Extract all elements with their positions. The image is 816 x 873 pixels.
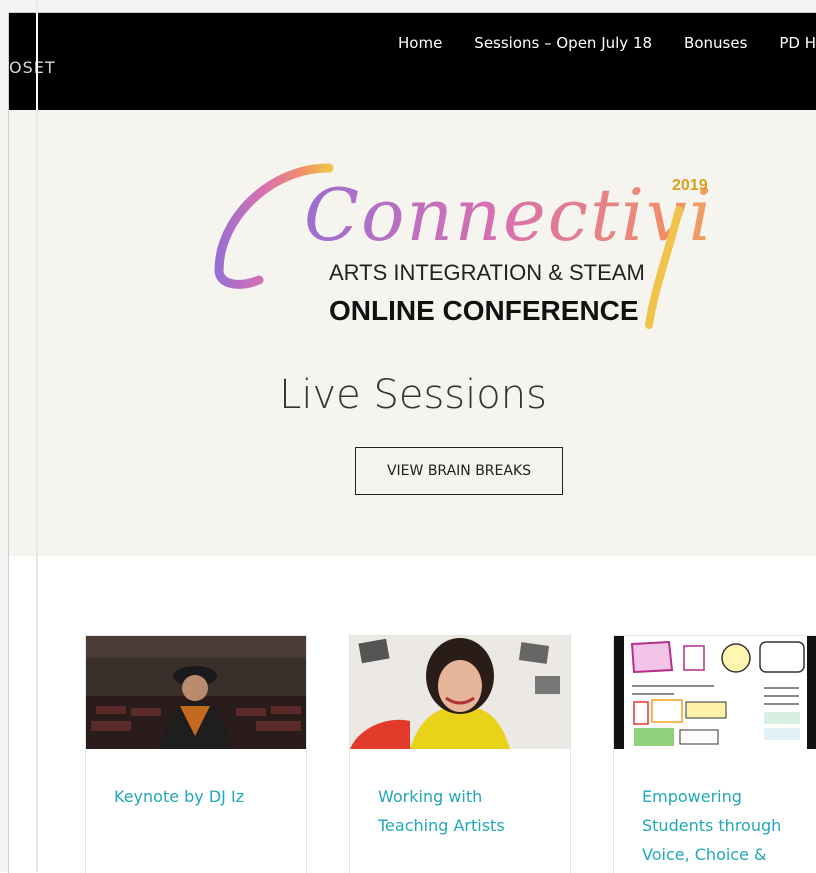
nav-pd-hours[interactable]: PD Ho (779, 34, 816, 52)
nav-home[interactable]: Home (398, 34, 442, 52)
hero-section: Connectivity 2019 ARTS INTEGRATION & STE… (9, 110, 816, 556)
session-thumbnail[interactable] (614, 636, 816, 749)
site-brand-logo[interactable]: OSET (9, 58, 56, 77)
session-title[interactable]: Keynote by DJ Iz (114, 782, 284, 811)
logo-year: 2019 (672, 177, 708, 194)
session-title[interactable]: Working with Teaching Artists (378, 782, 548, 840)
logo-line2: ONLINE CONFERENCE (329, 295, 639, 326)
conference-logo: Connectivity 2019 ARTS INTEGRATION & STE… (214, 163, 709, 329)
session-card[interactable]: Working with Teaching Artists (349, 635, 571, 873)
logo-script-text: Connectivity (304, 173, 709, 257)
logo-line1: ARTS INTEGRATION & STEAM (329, 260, 645, 285)
nav-sessions[interactable]: Sessions – Open July 18 (474, 34, 652, 52)
page-frame: OSET Home Sessions – Open July 18 Bonuse… (0, 0, 816, 873)
editor-guide-line (36, 0, 38, 872)
session-card[interactable]: Keynote by DJ Iz (85, 635, 307, 873)
view-brain-breaks-button[interactable]: VIEW BRAIN BREAKS (355, 447, 563, 495)
session-card[interactable]: Empowering Students through Voice, Choic… (613, 635, 816, 873)
nav-bonuses[interactable]: Bonuses (684, 34, 747, 52)
site-header: OSET Home Sessions – Open July 18 Bonuse… (9, 13, 816, 110)
session-thumbnail[interactable] (350, 636, 570, 749)
session-thumbnail[interactable] (86, 636, 306, 749)
browser-viewport: OSET Home Sessions – Open July 18 Bonuse… (8, 12, 816, 873)
page-title: Live Sessions (279, 372, 547, 418)
session-title[interactable]: Empowering Students through Voice, Choic… (642, 782, 812, 869)
main-nav: Home Sessions – Open July 18 Bonuses PD … (398, 34, 816, 52)
sessions-grid: Keynote by DJ Iz Working with Teaching A… (9, 556, 816, 873)
